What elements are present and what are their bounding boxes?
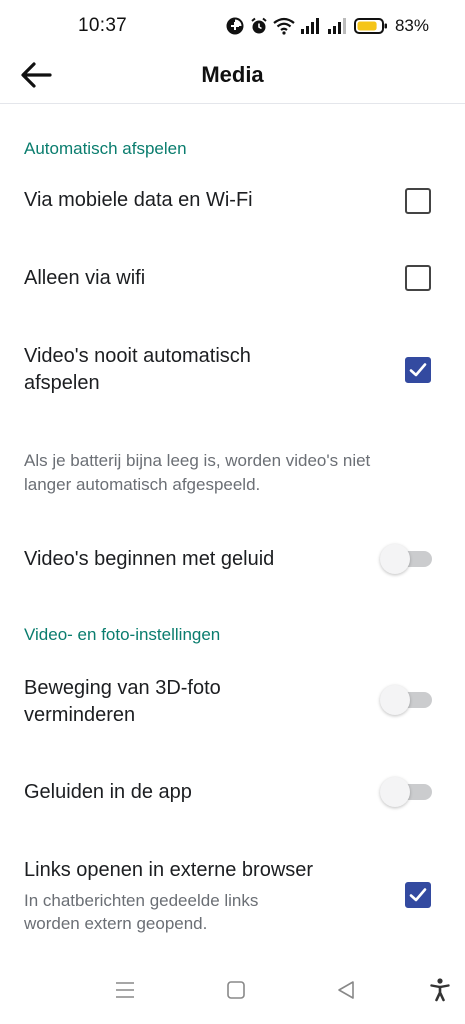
setting-label-line2: verminderen [24,704,136,726]
setting-label-line1: Video's nooit automatisch [24,345,251,367]
setting-row-wifi-only[interactable]: Alleen via wifi [0,252,465,306]
setting-label-line2: afspelen [24,372,100,394]
setting-label: Video's beginnen met geluid [24,548,275,570]
battery-icon [353,17,388,35]
battery-percentage: 83% [394,16,429,35]
setting-sublabel-line2: worden extern geopend. [24,914,208,933]
setting-row-external-links[interactable]: Links openen in externe browser In chatb… [0,850,465,940]
toggle-thumb [380,685,410,715]
alarm-icon [250,17,268,35]
nav-menu-button[interactable] [109,976,141,1008]
setting-label: Links openen in externe browser [24,859,314,881]
signal-icon [327,17,349,35]
accessibility-icon [430,977,450,1007]
menu-icon [114,980,136,1005]
reduce-3d-toggle[interactable] [380,685,432,715]
back-triangle-icon [336,980,356,1005]
section-header-autoplay: Automatisch afspelen [24,139,187,158]
status-time: 10:37 [78,15,128,36]
mobile-data-checkbox[interactable] [405,188,431,214]
setting-row-mobile-data[interactable]: Via mobiele data en Wi-Fi [0,174,465,228]
toggle-thumb [380,777,410,807]
toggle-thumb [380,544,410,574]
nav-accessibility-button[interactable] [424,976,456,1008]
setting-label: Alleen via wifi [24,267,146,289]
autoplay-description-line2: langer automatisch afgespeeld. [24,475,261,494]
app-bar: Media [0,52,465,104]
status-icons: 83% [225,14,429,38]
page-title: Media [201,62,264,87]
data-saver-icon [225,16,245,36]
setting-row-never-autoplay[interactable]: Video's nooit automatisch afspelen [0,336,465,406]
signal-icon [300,17,322,35]
wifi-icon [273,17,295,35]
setting-sublabel-line1: In chatberichten gedeelde links [24,891,259,910]
system-nav-bar [0,970,465,1014]
never-autoplay-checkbox[interactable] [405,357,431,383]
sound-start-toggle[interactable] [380,544,432,574]
setting-row-sound-start[interactable]: Video's beginnen met geluid [0,532,465,586]
screen: 10:37 83% Media Automatisch afspelen Via… [0,0,465,1024]
setting-label: Via mobiele data en Wi-Fi [24,189,253,211]
external-links-checkbox[interactable] [405,882,431,908]
home-square-icon [226,980,246,1005]
autoplay-description-line1: Als je batterij bijna leeg is, worden vi… [24,451,371,470]
setting-label-line1: Beweging van 3D-foto [24,677,221,699]
setting-row-reduce-3d[interactable]: Beweging van 3D-foto verminderen [0,668,465,738]
in-app-sounds-toggle[interactable] [380,777,432,807]
setting-row-in-app-sounds[interactable]: Geluiden in de app [0,766,465,820]
nav-home-button[interactable] [220,976,252,1008]
nav-back-button[interactable] [330,976,362,1008]
wifi-only-checkbox[interactable] [405,265,431,291]
status-bar: 10:37 83% [0,0,465,52]
setting-label: Geluiden in de app [24,781,192,803]
section-header-video-photo: Video- en foto-instellingen [24,625,221,644]
